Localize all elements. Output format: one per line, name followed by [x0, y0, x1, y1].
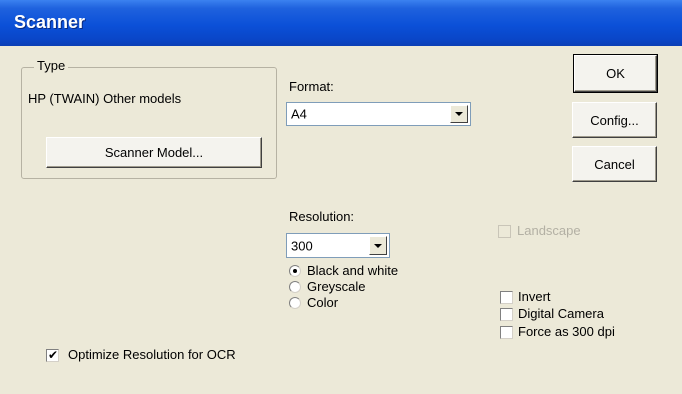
- force-300-dpi-checkbox[interactable]: [500, 326, 513, 339]
- checkmark-icon: ✔: [48, 348, 59, 362]
- invert-checkbox[interactable]: [500, 291, 513, 304]
- optimize-ocr-label[interactable]: Optimize Resolution for OCR: [68, 347, 236, 362]
- invert-label[interactable]: Invert: [518, 289, 551, 304]
- scanner-dialog: Scanner Type HP (TWAIN) Other models Sca…: [0, 0, 682, 394]
- force-300-dpi-label[interactable]: Force as 300 dpi: [518, 324, 615, 339]
- radio-black-and-white-label[interactable]: Black and white: [307, 263, 398, 278]
- format-dropdown-button[interactable]: [450, 105, 468, 123]
- format-select[interactable]: A4: [286, 102, 471, 126]
- ok-button[interactable]: OK: [573, 54, 658, 93]
- radio-black-and-white[interactable]: [289, 265, 301, 277]
- cancel-button[interactable]: Cancel: [572, 146, 657, 182]
- resolution-select[interactable]: 300: [286, 233, 390, 258]
- landscape-checkbox[interactable]: [498, 225, 511, 238]
- digital-camera-checkbox[interactable]: [500, 308, 513, 321]
- cancel-button-label: Cancel: [594, 156, 635, 172]
- optimize-ocr-checkbox[interactable]: ✔: [46, 348, 59, 362]
- window-title: Scanner: [14, 12, 86, 32]
- title-bar[interactable]: Scanner: [0, 0, 682, 46]
- resolution-dropdown-button[interactable]: [369, 236, 387, 255]
- chevron-down-icon: [374, 243, 382, 248]
- radio-color-label[interactable]: Color: [307, 295, 338, 310]
- radio-greyscale-label[interactable]: Greyscale: [307, 279, 366, 294]
- config-button[interactable]: Config...: [572, 102, 657, 138]
- type-group-legend: Type: [34, 58, 69, 73]
- scanner-model-button-label: Scanner Model...: [104, 145, 204, 160]
- radio-color[interactable]: [289, 297, 301, 309]
- scanner-model-button[interactable]: Scanner Model...: [46, 137, 262, 168]
- radio-greyscale[interactable]: [289, 281, 301, 293]
- landscape-label: Landscape: [517, 223, 581, 238]
- resolution-select-value: 300: [291, 238, 313, 253]
- config-button-label: Config...: [590, 112, 639, 128]
- format-select-value: A4: [291, 106, 307, 122]
- resolution-label: Resolution:: [289, 209, 355, 224]
- format-label: Format:: [289, 79, 334, 94]
- current-scanner-model: HP (TWAIN) Other models: [28, 91, 182, 106]
- chevron-down-icon: [455, 112, 463, 116]
- ok-button-label: OK: [606, 66, 625, 81]
- digital-camera-label[interactable]: Digital Camera: [518, 306, 604, 321]
